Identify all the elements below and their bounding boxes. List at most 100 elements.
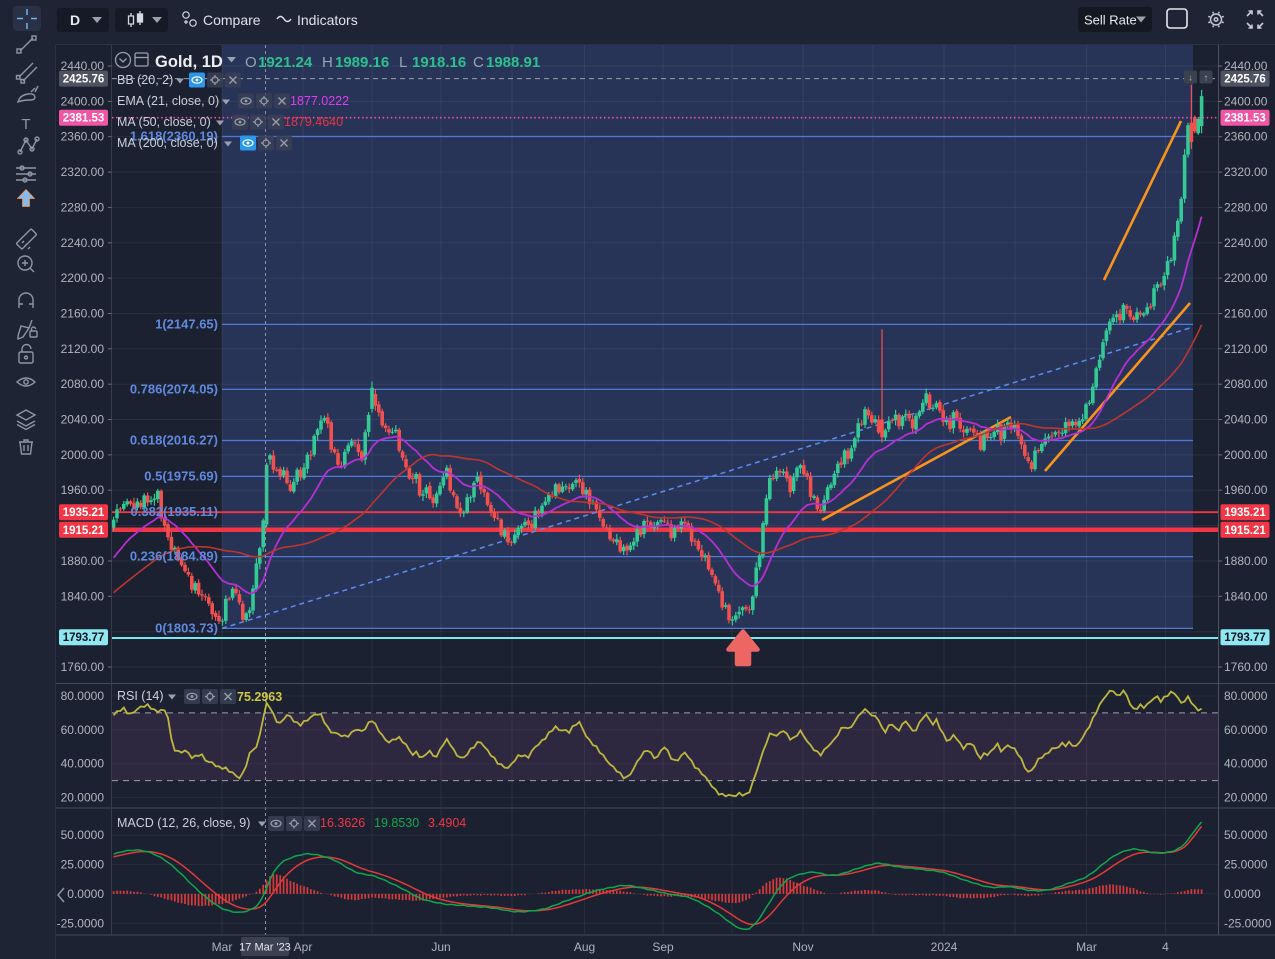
svg-text:Nov: Nov <box>792 940 813 954</box>
svg-text:2040.00: 2040.00 <box>61 413 105 427</box>
svg-text:60.0000: 60.0000 <box>1224 723 1268 737</box>
svg-text:2381.53: 2381.53 <box>63 113 105 125</box>
svg-text:Aug: Aug <box>574 940 595 954</box>
svg-text:Sep: Sep <box>652 940 674 954</box>
svg-text:1935.21: 1935.21 <box>1224 507 1266 519</box>
svg-text:1960.00: 1960.00 <box>61 483 105 497</box>
svg-text:1840.00: 1840.00 <box>61 589 105 603</box>
svg-text:RSI (14): RSI (14) <box>117 689 164 703</box>
svg-text:20.0000: 20.0000 <box>61 791 105 805</box>
svg-text:2400.00: 2400.00 <box>61 94 105 108</box>
svg-text:0.618(2016.27): 0.618(2016.27) <box>130 433 218 448</box>
svg-text:1793.77: 1793.77 <box>1224 632 1266 644</box>
svg-text:T: T <box>21 116 30 133</box>
svg-text:MA (200, close, 0): MA (200, close, 0) <box>117 136 218 150</box>
svg-text:O: O <box>245 54 257 71</box>
svg-text:0.0000: 0.0000 <box>1224 887 1261 901</box>
svg-text:Gold, 1D: Gold, 1D <box>155 53 223 71</box>
svg-text:1918.16: 1918.16 <box>412 54 466 71</box>
svg-text:Sell Rate: Sell Rate <box>1084 13 1137 28</box>
svg-text:C: C <box>473 54 484 71</box>
svg-text:1989.16: 1989.16 <box>335 54 389 71</box>
svg-text:2320.00: 2320.00 <box>1224 165 1268 179</box>
svg-text:H: H <box>322 54 333 71</box>
svg-text:MACD (12, 26, close, 9): MACD (12, 26, close, 9) <box>117 816 250 830</box>
svg-text:1793.77: 1793.77 <box>63 632 105 644</box>
svg-text:0.382(1935.11): 0.382(1935.11) <box>131 504 218 519</box>
svg-text:L: L <box>399 54 407 71</box>
svg-text:2024: 2024 <box>931 940 958 954</box>
svg-text:-25.0000: -25.0000 <box>1224 916 1272 930</box>
svg-text:2080.00: 2080.00 <box>1224 377 1268 391</box>
svg-text:2425.76: 2425.76 <box>63 74 105 86</box>
svg-text:Mar: Mar <box>212 940 233 954</box>
svg-text:80.0000: 80.0000 <box>61 689 105 703</box>
svg-text:2120.00: 2120.00 <box>1224 342 1268 356</box>
svg-text:2425.76: 2425.76 <box>1224 74 1266 86</box>
svg-text:2240.00: 2240.00 <box>61 236 105 250</box>
svg-text:1915.21: 1915.21 <box>63 525 105 537</box>
svg-text:40.0000: 40.0000 <box>61 757 105 771</box>
svg-text:80.0000: 80.0000 <box>1224 689 1268 703</box>
svg-text:50.0000: 50.0000 <box>61 828 105 842</box>
svg-text:3.4904: 3.4904 <box>428 816 466 830</box>
svg-text:1840.00: 1840.00 <box>1224 589 1268 603</box>
svg-text:1915.21: 1915.21 <box>1224 525 1266 537</box>
svg-text:2240.00: 2240.00 <box>1224 236 1268 250</box>
svg-text:19.8530: 19.8530 <box>374 816 419 830</box>
svg-text:Apr: Apr <box>294 940 313 954</box>
svg-text:16.3626: 16.3626 <box>320 816 365 830</box>
svg-text:2160.00: 2160.00 <box>1224 307 1268 321</box>
svg-text:1760.00: 1760.00 <box>1224 660 1268 674</box>
svg-text:40.0000: 40.0000 <box>1224 757 1268 771</box>
svg-text:Indicators: Indicators <box>297 12 358 28</box>
svg-text:2200.00: 2200.00 <box>61 271 105 285</box>
svg-text:17 Mar '23: 17 Mar '23 <box>239 942 291 954</box>
svg-text:2200.00: 2200.00 <box>1224 271 1268 285</box>
svg-text:25.0000: 25.0000 <box>1224 858 1268 872</box>
svg-text:Compare: Compare <box>203 12 261 28</box>
svg-text:D: D <box>70 12 80 28</box>
svg-text:2360.00: 2360.00 <box>61 130 105 144</box>
svg-text:1880.00: 1880.00 <box>61 554 105 568</box>
svg-text:MA (50, close, 0): MA (50, close, 0) <box>117 115 211 129</box>
svg-text:↓: ↓ <box>1188 73 1193 83</box>
svg-text:-25.0000: -25.0000 <box>57 916 105 930</box>
svg-text:1877.0222: 1877.0222 <box>290 94 349 108</box>
svg-text:1921.24: 1921.24 <box>258 54 313 71</box>
svg-text:0.5(1975.69): 0.5(1975.69) <box>144 468 218 483</box>
svg-text:2400.00: 2400.00 <box>1224 94 1268 108</box>
svg-text:60.0000: 60.0000 <box>61 723 105 737</box>
svg-text:0(1803.73): 0(1803.73) <box>155 620 218 635</box>
svg-text:↑: ↑ <box>1204 73 1209 83</box>
svg-text:2280.00: 2280.00 <box>61 200 105 214</box>
svg-text:2320.00: 2320.00 <box>61 165 105 179</box>
svg-text:2080.00: 2080.00 <box>61 377 105 391</box>
svg-text:1935.21: 1935.21 <box>63 507 105 519</box>
svg-text:2280.00: 2280.00 <box>1224 200 1268 214</box>
svg-text:1879.4640: 1879.4640 <box>284 115 343 129</box>
svg-text:1760.00: 1760.00 <box>61 660 105 674</box>
svg-text:2360.00: 2360.00 <box>1224 130 1268 144</box>
svg-text:25.0000: 25.0000 <box>61 858 105 872</box>
svg-text:2000.00: 2000.00 <box>1224 448 1268 462</box>
svg-text:20.0000: 20.0000 <box>1224 791 1268 805</box>
svg-text:2381.53: 2381.53 <box>1224 113 1266 125</box>
svg-text:75.2963: 75.2963 <box>237 690 282 704</box>
svg-text:1(2147.65): 1(2147.65) <box>155 316 218 331</box>
svg-text:1988.91: 1988.91 <box>486 54 540 71</box>
svg-text:2120.00: 2120.00 <box>61 342 105 356</box>
svg-text:1960.00: 1960.00 <box>1224 483 1268 497</box>
svg-text:0.236(1884.89): 0.236(1884.89) <box>130 549 218 564</box>
svg-text:2040.00: 2040.00 <box>1224 413 1268 427</box>
svg-text:Mar: Mar <box>1076 940 1097 954</box>
svg-text:1880.00: 1880.00 <box>1224 554 1268 568</box>
svg-text:2160.00: 2160.00 <box>61 307 105 321</box>
svg-text:50.0000: 50.0000 <box>1224 828 1268 842</box>
svg-text:EMA (21, close, 0): EMA (21, close, 0) <box>117 94 219 108</box>
svg-text:0.0000: 0.0000 <box>67 887 104 901</box>
svg-text:4: 4 <box>1162 940 1169 954</box>
svg-text:Jun: Jun <box>431 940 450 954</box>
svg-text:0.786(2074.05): 0.786(2074.05) <box>130 381 218 396</box>
svg-text:2000.00: 2000.00 <box>61 448 105 462</box>
